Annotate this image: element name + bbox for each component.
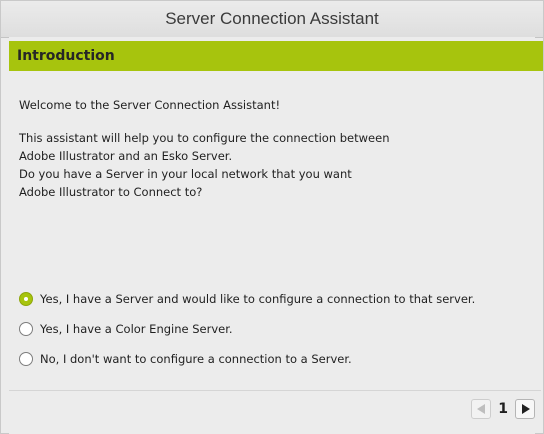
divider (9, 390, 541, 391)
option-label: No, I don't want to configure a connecti… (40, 352, 352, 366)
description-line: Adobe Illustrator and an Esko Server. (19, 149, 233, 163)
left-arrow-icon (477, 404, 486, 414)
right-arrow-icon (522, 404, 530, 414)
assistant-window: Server Connection Assistant Introduction… (0, 0, 544, 434)
radio-unselected-icon[interactable] (19, 322, 33, 336)
option-label: Yes, I have a Server and would like to c… (40, 292, 476, 306)
previous-page-button[interactable] (471, 399, 492, 419)
description-line: Do you have a Server in your local netwo… (19, 167, 352, 181)
welcome-text: Welcome to the Server Connection Assista… (19, 98, 281, 112)
option-label: Yes, I have a Color Engine Server. (40, 322, 233, 336)
pager: 1 (471, 399, 535, 419)
window-title: Server Connection Assistant (1, 1, 543, 38)
next-page-button[interactable] (515, 399, 535, 419)
description-line: Adobe Illustrator to Connect to? (19, 185, 203, 199)
option-configure-server[interactable]: Yes, I have a Server and would like to c… (19, 291, 475, 307)
description-line: This assistant will help you to configur… (19, 131, 390, 145)
radio-selected-icon[interactable] (19, 292, 33, 306)
radio-unselected-icon[interactable] (19, 352, 33, 366)
option-color-engine-server[interactable]: Yes, I have a Color Engine Server. (19, 321, 475, 337)
server-options-group: Yes, I have a Server and would like to c… (19, 291, 475, 381)
section-header: Introduction (9, 41, 543, 71)
option-no-connection[interactable]: No, I don't want to configure a connecti… (19, 351, 475, 367)
assistant-content: Introduction Welcome to the Server Conne… (9, 37, 543, 434)
page-number: 1 (498, 401, 508, 417)
description-text: This assistant will help you to configur… (19, 129, 390, 201)
